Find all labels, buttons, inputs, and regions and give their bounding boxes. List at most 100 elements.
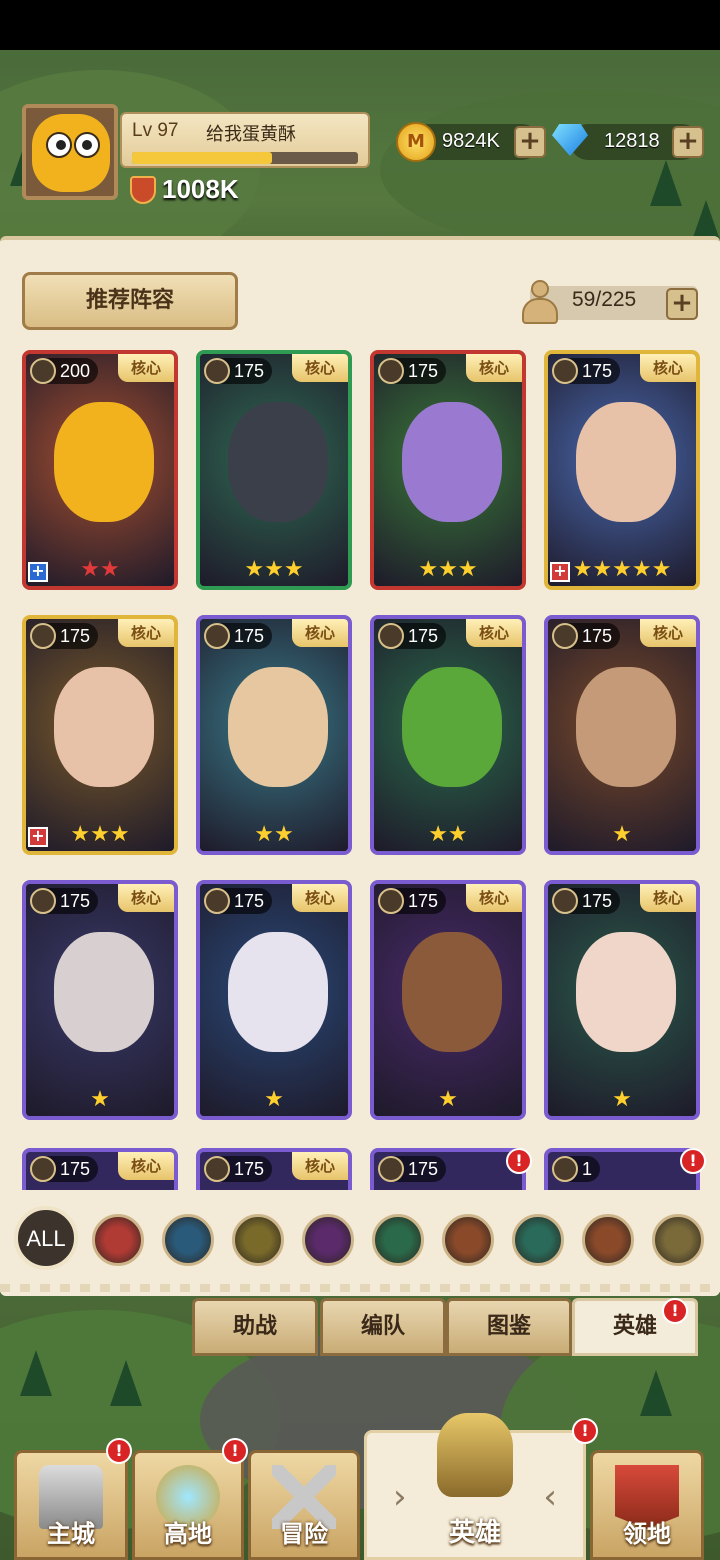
hero-alert-badge: ! — [506, 1148, 532, 1174]
nav-highland[interactable]: 高地 — [132, 1450, 244, 1560]
hero-class-icon — [378, 888, 404, 914]
hero-card[interactable]: 175 核心 ★★★ — [196, 350, 352, 590]
hero-level: 175 — [204, 623, 273, 649]
core-tag: 核心 — [466, 354, 522, 382]
hero-level: 175 — [378, 358, 447, 384]
hero-class-icon — [204, 623, 230, 649]
hero-card[interactable]: 200 核心 ★★ + — [22, 350, 178, 590]
filter-crossed-swords-icon[interactable] — [372, 1214, 424, 1266]
add-gems-button[interactable]: + — [672, 126, 704, 158]
nav-main-city[interactable]: 主城 — [14, 1450, 128, 1560]
filter-skull-icon[interactable] — [302, 1214, 354, 1266]
expand-hero-slots-button[interactable]: + — [666, 288, 698, 320]
hero-stars: ★★★★★ — [572, 557, 672, 582]
upgrade-plus-icon: + — [550, 562, 570, 582]
core-tag: 核心 — [466, 884, 522, 912]
nav-territory[interactable]: 领地 — [590, 1450, 704, 1560]
filter-all-button[interactable]: ALL — [14, 1206, 78, 1270]
core-tag: 核心 — [292, 884, 348, 912]
nav-territory-alert-badge: ! — [572, 1418, 598, 1444]
nav-adventure[interactable]: 冒险 — [248, 1450, 360, 1560]
nav-label: 冒险 — [280, 1520, 328, 1548]
core-tag: 核心 — [640, 884, 696, 912]
hero-card[interactable]: 175 核心 ★ — [22, 880, 178, 1120]
nav-heroes[interactable]: › ‹ 英雄 — [364, 1413, 586, 1560]
gold-coin-icon: M — [396, 122, 436, 162]
hero-alert-badge: ! — [680, 1148, 706, 1174]
hero-level-text: 175 — [234, 361, 265, 381]
hero-level-text: 175 — [234, 891, 265, 911]
hero-portrait — [576, 667, 676, 787]
filter-staff-icon[interactable] — [162, 1214, 214, 1266]
hero-level: 175 — [204, 358, 273, 384]
hero-stars: ★ — [438, 1087, 458, 1112]
filter-wings-icon[interactable] — [232, 1214, 284, 1266]
hero-level-text: 175 — [60, 626, 91, 646]
hero-card[interactable]: 175 核心 ★★ — [196, 615, 352, 855]
hero-portrait — [228, 667, 328, 787]
hero-card[interactable]: 175 核心 ★ — [544, 880, 700, 1120]
hero-card[interactable]: 175 — [370, 1148, 526, 1190]
hero-class-icon — [30, 888, 56, 914]
nav-label: 主城 — [47, 1520, 95, 1548]
hero-stars: ★★ — [254, 822, 294, 847]
hero-level: 175 — [378, 1156, 447, 1182]
filter-shield-icon[interactable] — [92, 1214, 144, 1266]
hero-stars: ★ — [90, 1087, 110, 1112]
player-name-plate[interactable]: Lv 97 给我蛋黄酥 — [120, 112, 370, 168]
hero-level: 175 — [378, 623, 447, 649]
upgrade-plus-icon: + — [28, 562, 48, 582]
chevron-right-icon: › — [393, 1477, 407, 1517]
nav-label: 领地 — [623, 1520, 671, 1548]
hero-card[interactable]: 175 核心 ★ — [196, 880, 352, 1120]
hero-card[interactable]: 175 核心 ★ — [370, 880, 526, 1120]
hero-card[interactable]: 175 核心 ★ — [544, 615, 700, 855]
hero-level: 175 — [552, 623, 621, 649]
hero-stars: ★★★ — [418, 557, 478, 582]
status-bar — [0, 0, 720, 50]
hero-level-text: 1 — [582, 1159, 593, 1179]
filter-hammer-icon[interactable] — [652, 1214, 704, 1266]
hero-level-text: 175 — [408, 626, 439, 646]
hero-card[interactable]: 175 核心 ★★ — [370, 615, 526, 855]
hero-class-icon — [378, 1156, 404, 1182]
hero-level-text: 175 — [582, 361, 613, 381]
hero-portrait — [228, 932, 328, 1052]
hero-class-icon — [30, 623, 56, 649]
hero-level: 175 — [30, 623, 99, 649]
hero-card[interactable]: 175 核心 ★★★★★ + — [544, 350, 700, 590]
recommended-lineup-button[interactable]: 推荐阵容 — [22, 272, 238, 330]
xp-fill — [132, 152, 273, 164]
filter-bow-icon[interactable] — [512, 1214, 564, 1266]
hero-card[interactable]: 175 核心 — [22, 1148, 178, 1190]
hero-card[interactable]: 175 核心 ★★★ — [370, 350, 526, 590]
hero-card[interactable]: 1 — [544, 1148, 700, 1190]
hero-level-text: 200 — [60, 361, 91, 381]
filter-bull-icon[interactable] — [582, 1214, 634, 1266]
add-gold-button[interactable]: + — [514, 126, 546, 158]
player-level: Lv 97 — [132, 120, 179, 141]
hero-portrait — [54, 667, 154, 787]
hero-portrait — [576, 402, 676, 522]
core-tag: 核心 — [118, 884, 174, 912]
hero-class-icon — [204, 888, 230, 914]
hero-card[interactable]: 175 核心 ★★★ + — [22, 615, 178, 855]
hero-level: 175 — [204, 1156, 273, 1182]
tab-formation[interactable]: 编队 — [320, 1298, 446, 1356]
core-tag: 核心 — [118, 619, 174, 647]
hero-card[interactable]: 175 核心 — [196, 1148, 352, 1190]
upgrade-plus-icon: + — [28, 827, 48, 847]
xp-bar — [132, 152, 358, 164]
hero-level-text: 175 — [582, 891, 613, 911]
hero-stars: ★★ — [428, 822, 468, 847]
tab-assist[interactable]: 助战 — [192, 1298, 318, 1356]
hero-class-icon — [552, 623, 578, 649]
hero-class-icon — [378, 358, 404, 384]
hero-portrait — [54, 932, 154, 1052]
filter-paw-icon[interactable] — [442, 1214, 494, 1266]
hero-stars: ★★★ — [70, 822, 130, 847]
hero-class-icon — [204, 358, 230, 384]
player-avatar[interactable] — [22, 104, 118, 200]
core-tag: 核心 — [292, 619, 348, 647]
tab-codex[interactable]: 图鉴 — [446, 1298, 572, 1356]
